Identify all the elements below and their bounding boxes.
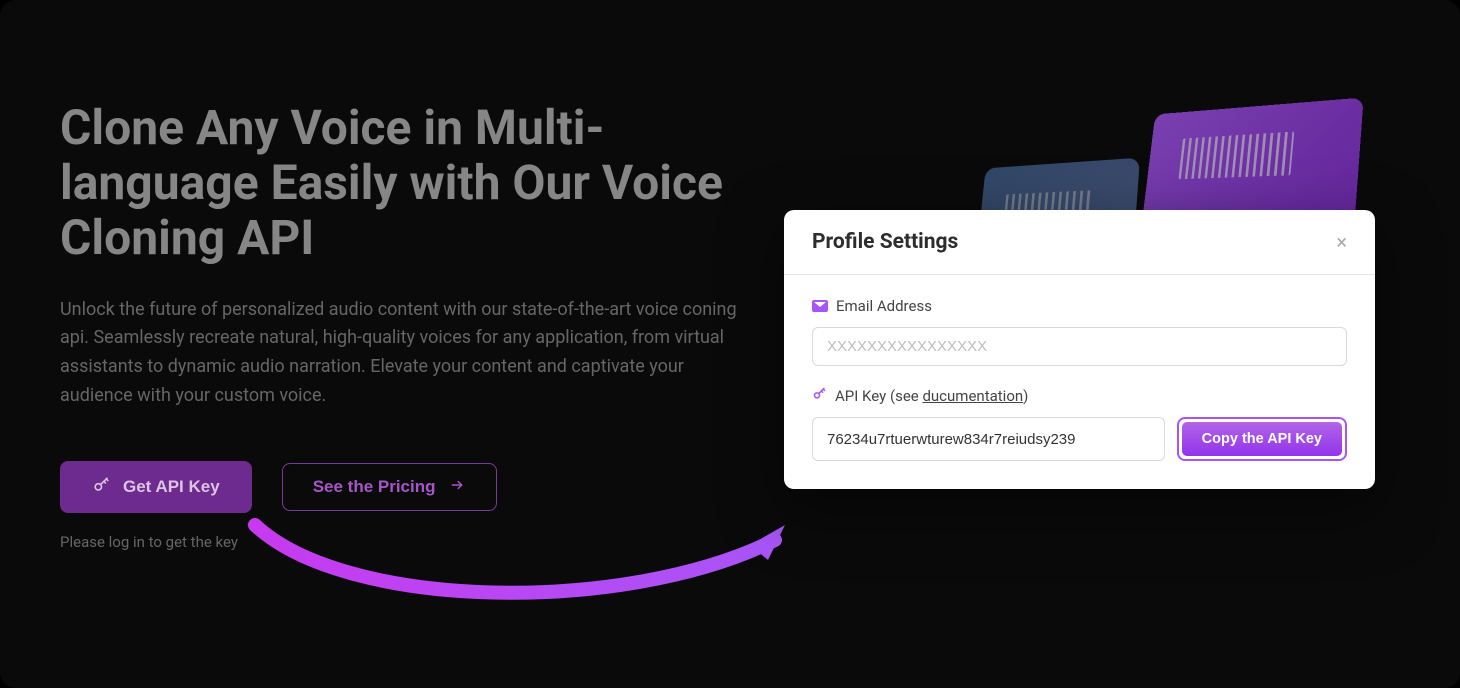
modal-header: Profile Settings × bbox=[784, 210, 1375, 275]
email-label-row: Email Address bbox=[812, 297, 1347, 315]
copy-button-highlight: Copy the API Key bbox=[1177, 417, 1347, 461]
page-container: Clone Any Voice in Multi-language Easily… bbox=[0, 0, 1460, 688]
email-field[interactable] bbox=[812, 327, 1347, 366]
documentation-link[interactable]: ducumentation bbox=[922, 387, 1023, 405]
api-key-label-row: API Key (see ducumentation) bbox=[812, 386, 1347, 405]
email-label: Email Address bbox=[836, 297, 932, 315]
close-icon[interactable]: × bbox=[1336, 232, 1347, 252]
api-key-row: Copy the API Key bbox=[812, 417, 1347, 461]
annotation-arrow-icon bbox=[245, 510, 805, 620]
modal-title: Profile Settings bbox=[812, 230, 958, 254]
get-api-key-button[interactable]: Get API Key bbox=[60, 461, 252, 513]
api-key-label: API Key (see ducumentation) bbox=[835, 387, 1028, 405]
profile-settings-modal: Profile Settings × Email Address bbox=[784, 210, 1375, 489]
see-pricing-label: See the Pricing bbox=[313, 477, 436, 497]
login-hint: Please log in to get the key bbox=[60, 533, 1400, 551]
key-icon bbox=[92, 475, 111, 499]
hero-description: Unlock the future of personalized audio … bbox=[60, 296, 760, 411]
mail-icon bbox=[812, 300, 828, 312]
modal-body: Email Address API Key (see ducumentation… bbox=[784, 275, 1375, 489]
get-api-key-label: Get API Key bbox=[123, 477, 220, 497]
see-pricing-button[interactable]: See the Pricing bbox=[282, 463, 497, 511]
copy-api-key-button[interactable]: Copy the API Key bbox=[1182, 422, 1342, 456]
hero-title: Clone Any Voice in Multi-language Easily… bbox=[60, 100, 780, 266]
api-key-field[interactable] bbox=[812, 417, 1165, 461]
arrow-right-icon bbox=[448, 477, 466, 497]
key-icon bbox=[812, 386, 827, 405]
